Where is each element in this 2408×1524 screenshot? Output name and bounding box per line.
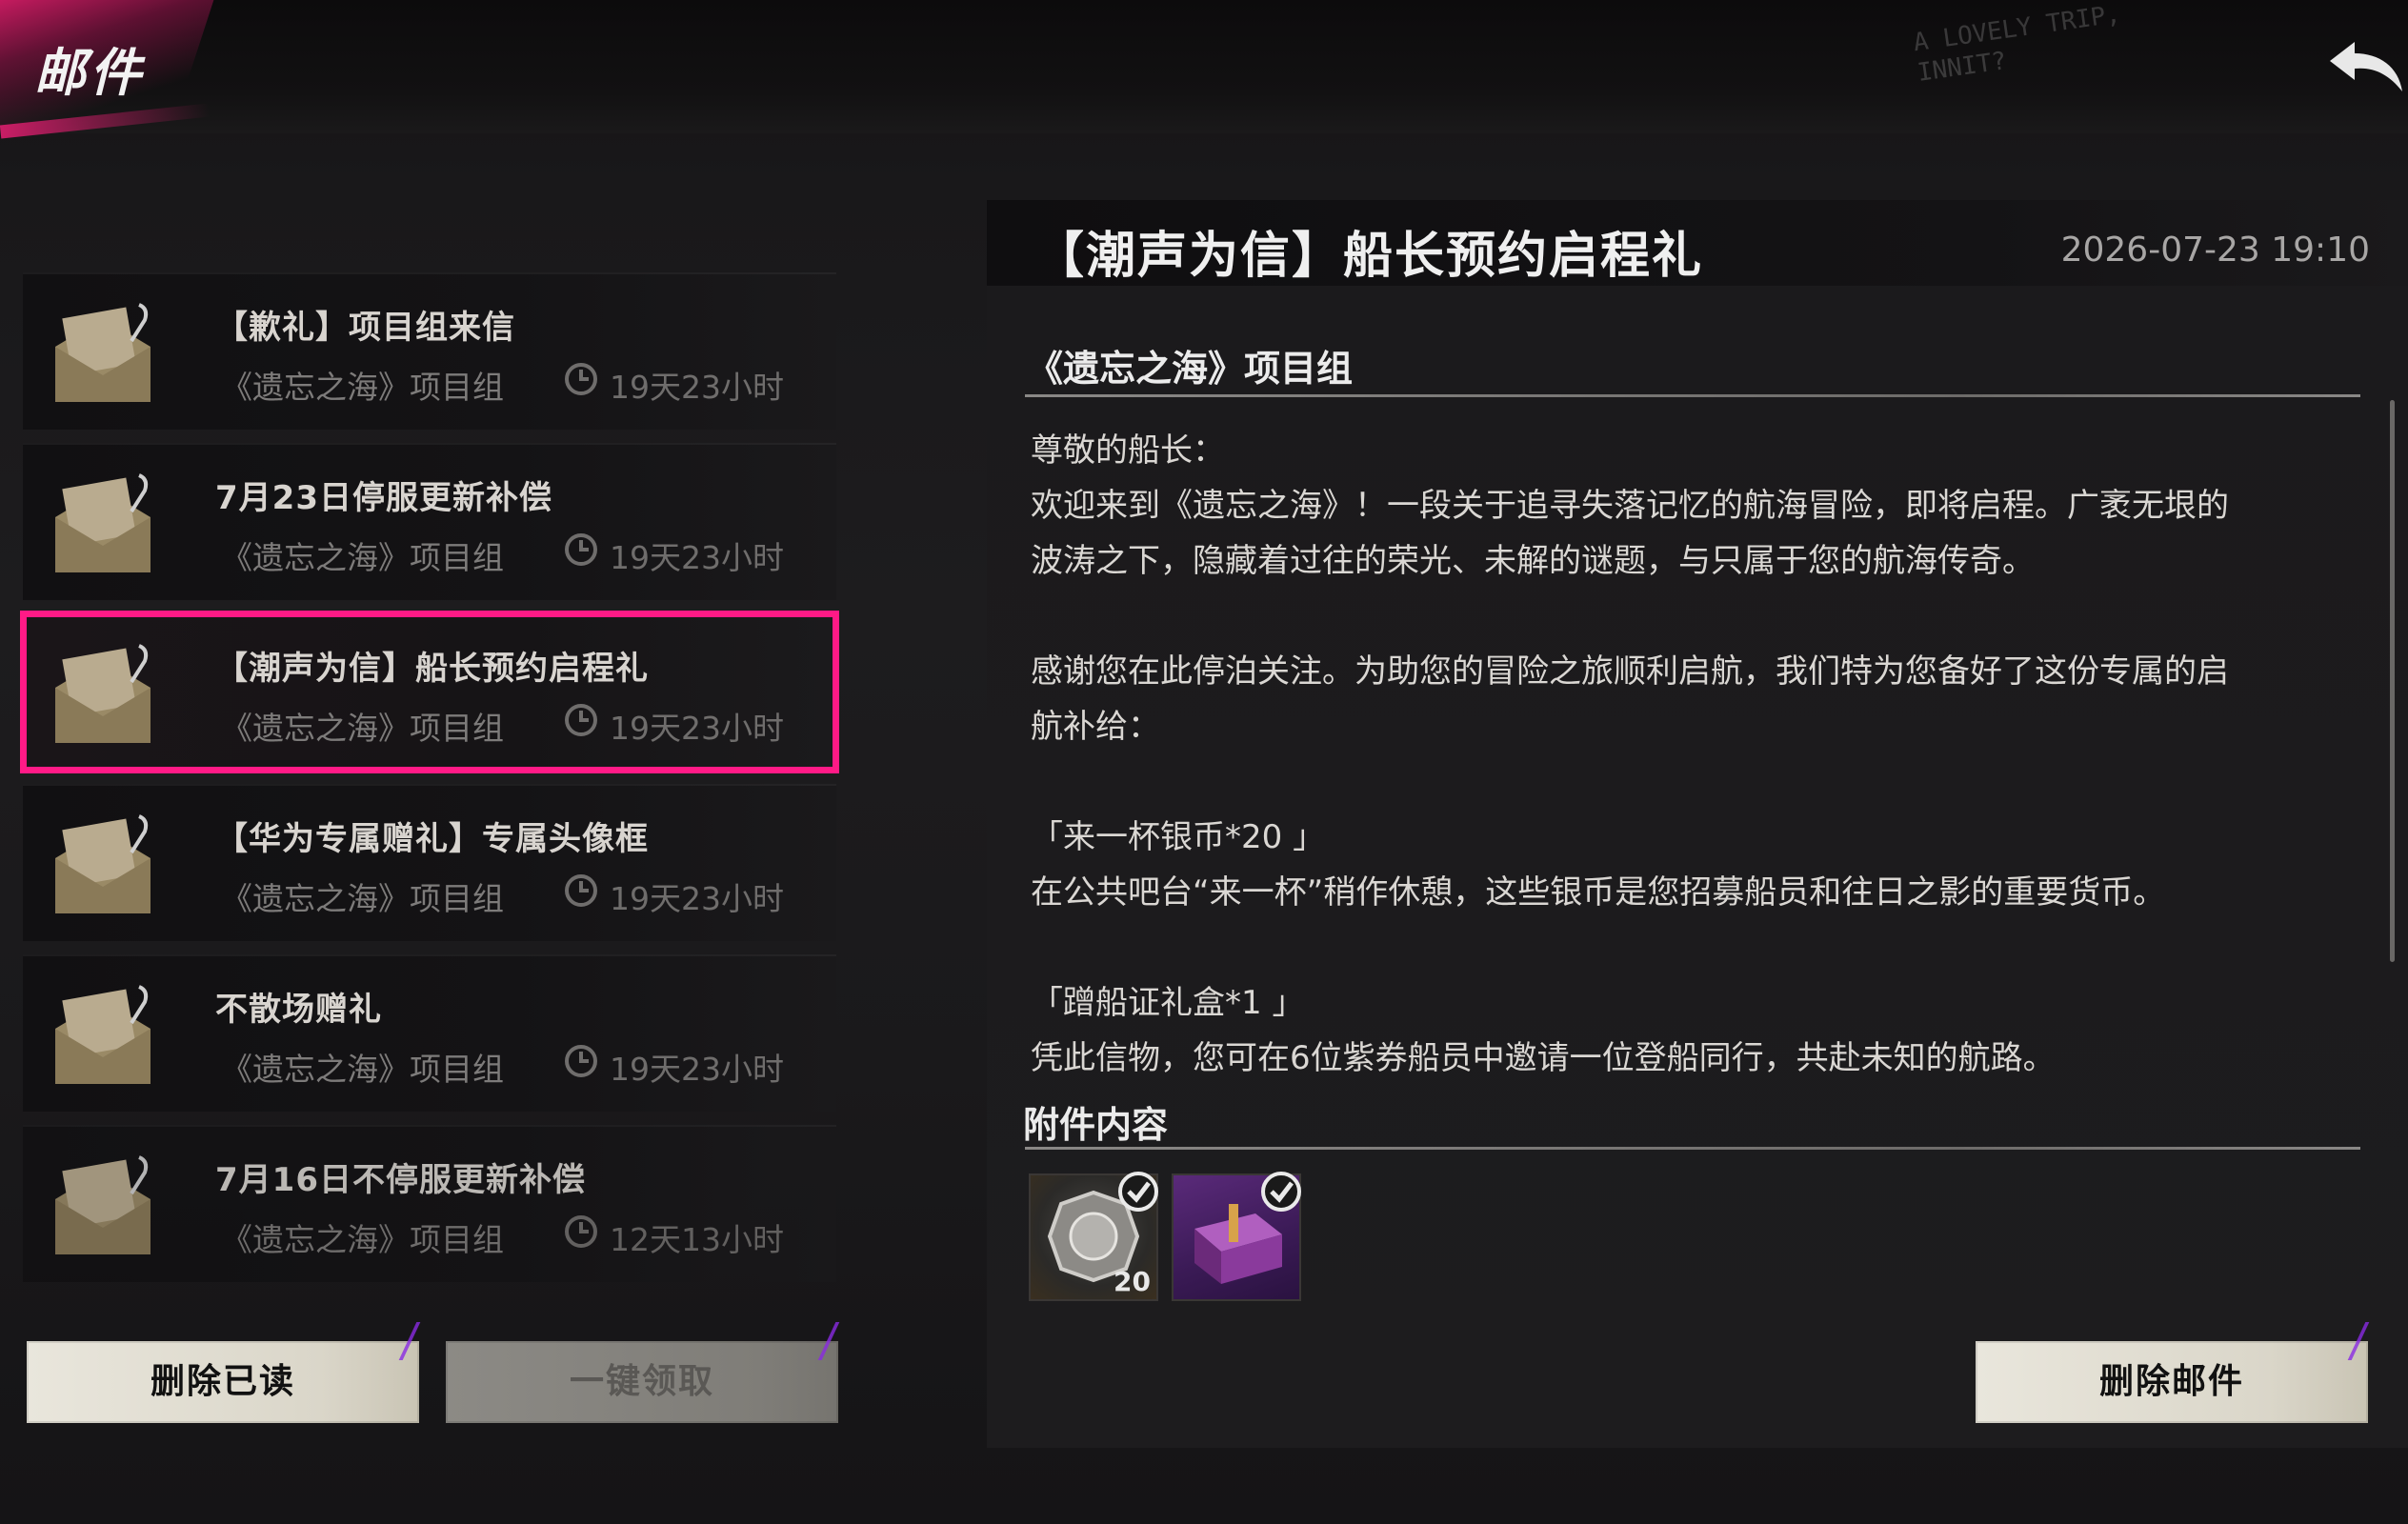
delete-read-label: 删除已读 <box>150 1362 295 1401</box>
divider <box>1025 1147 2360 1150</box>
back-arrow-icon <box>2330 42 2402 91</box>
clock-icon <box>565 874 597 907</box>
mail-title: 不散场赠礼 <box>215 991 382 1029</box>
attachments-heading: 附件内容 <box>1023 1104 1169 1146</box>
mail-expiry-time: 19天23小时 <box>610 710 784 747</box>
graffiti-text: A LOVELY TRIP, INNIT? <box>1912 0 2127 89</box>
page-title: 邮件 <box>34 43 145 103</box>
envelope-icon <box>55 303 150 402</box>
body-scrollbar[interactable] <box>2390 400 2395 962</box>
button-slash-decoration <box>794 1322 840 1360</box>
mail-title: 【潮声为信】船长预约启程礼 <box>215 650 649 688</box>
mail-body-text: 尊敬的船长： 欢迎来到《遗忘之海》！一段关于追寻失落记忆的航海冒险，即将启程。广… <box>1031 431 2229 1077</box>
mail-list: 【歉礼】项目组来信 《遗忘之海》项目组 19天23小时 7月23日停服更新补偿 … <box>20 272 839 1295</box>
mail-item[interactable]: 不散场赠礼 《遗忘之海》项目组 19天23小时 <box>23 954 836 1112</box>
mail-item[interactable]: 7月16日不停服更新补偿 《遗忘之海》项目组 12天13小时 <box>23 1125 836 1282</box>
mail-item[interactable]: 7月23日停服更新补偿 《遗忘之海》项目组 19天23小时 <box>23 443 836 600</box>
envelope-icon <box>55 473 150 572</box>
mail-detail-date: 2026-07-23 19:10 <box>2060 231 2370 270</box>
mail-detail-sender: 《遗忘之海》项目组 <box>1027 348 1354 390</box>
claim-all-label: 一键领取 <box>569 1362 714 1401</box>
mail-expiry-time: 19天23小时 <box>610 1051 784 1088</box>
clock-icon <box>565 1215 597 1248</box>
mail-sender: 《遗忘之海》项目组 <box>221 710 504 747</box>
mail-title: 7月23日停服更新补偿 <box>215 479 552 517</box>
envelope-icon <box>55 1155 150 1254</box>
mail-expiry-time: 19天23小时 <box>610 539 784 576</box>
clock-icon <box>565 704 597 736</box>
claimed-check-icon <box>1118 1172 1158 1212</box>
mail-item[interactable]: 【华为专属赠礼】专属头像框 《遗忘之海》项目组 19天23小时 <box>23 784 836 941</box>
mail-title: 【歉礼】项目组来信 <box>215 309 515 347</box>
mail-expiry-time: 19天23小时 <box>610 880 784 917</box>
attachment-quantity: 20 <box>1114 1266 1151 1297</box>
mail-expiry-time: 19天23小时 <box>610 369 784 406</box>
mail-expiry-time: 12天13小时 <box>610 1221 784 1258</box>
envelope-icon <box>55 644 150 743</box>
mail-sender: 《遗忘之海》项目组 <box>221 539 504 576</box>
mail-detail-title: 【潮声为信】船长预约启程礼 <box>1034 228 1704 285</box>
mail-sender: 《遗忘之海》项目组 <box>221 369 504 406</box>
delete-mail-label: 删除邮件 <box>2098 1362 2244 1401</box>
clock-icon <box>565 363 597 395</box>
clock-icon <box>565 533 597 566</box>
envelope-icon <box>55 814 150 913</box>
mail-title: 7月16日不停服更新补偿 <box>215 1161 586 1199</box>
button-slash-decoration <box>375 1322 421 1360</box>
mail-title: 【华为专属赠礼】专属头像框 <box>215 820 649 858</box>
mail-sender: 《遗忘之海》项目组 <box>221 1051 504 1088</box>
mail-sender: 《遗忘之海》项目组 <box>221 880 504 917</box>
delete-read-button[interactable]: 删除已读 <box>27 1322 421 1423</box>
divider <box>1025 394 2360 397</box>
attachment-item-silver-coin[interactable]: 20 <box>1029 1172 1158 1301</box>
claim-all-button[interactable]: 一键领取 <box>446 1322 840 1423</box>
mail-item[interactable]: 【歉礼】项目组来信 《遗忘之海》项目组 19天23小时 <box>23 272 836 430</box>
delete-mail-button[interactable]: 删除邮件 <box>1976 1322 2370 1423</box>
claimed-check-icon <box>1261 1172 1301 1212</box>
clock-icon <box>565 1045 597 1077</box>
mail-sender: 《遗忘之海》项目组 <box>221 1221 504 1258</box>
mail-item-selected[interactable]: 【潮声为信】船长预约启程礼 《遗忘之海》项目组 19天23小时 <box>20 611 839 773</box>
back-button[interactable] <box>2317 29 2408 109</box>
envelope-icon <box>55 985 150 1084</box>
attachment-item-gift-box[interactable] <box>1172 1172 1301 1301</box>
top-bar: 邮件 A LOVELY TRIP, INNIT? <box>0 0 2408 152</box>
